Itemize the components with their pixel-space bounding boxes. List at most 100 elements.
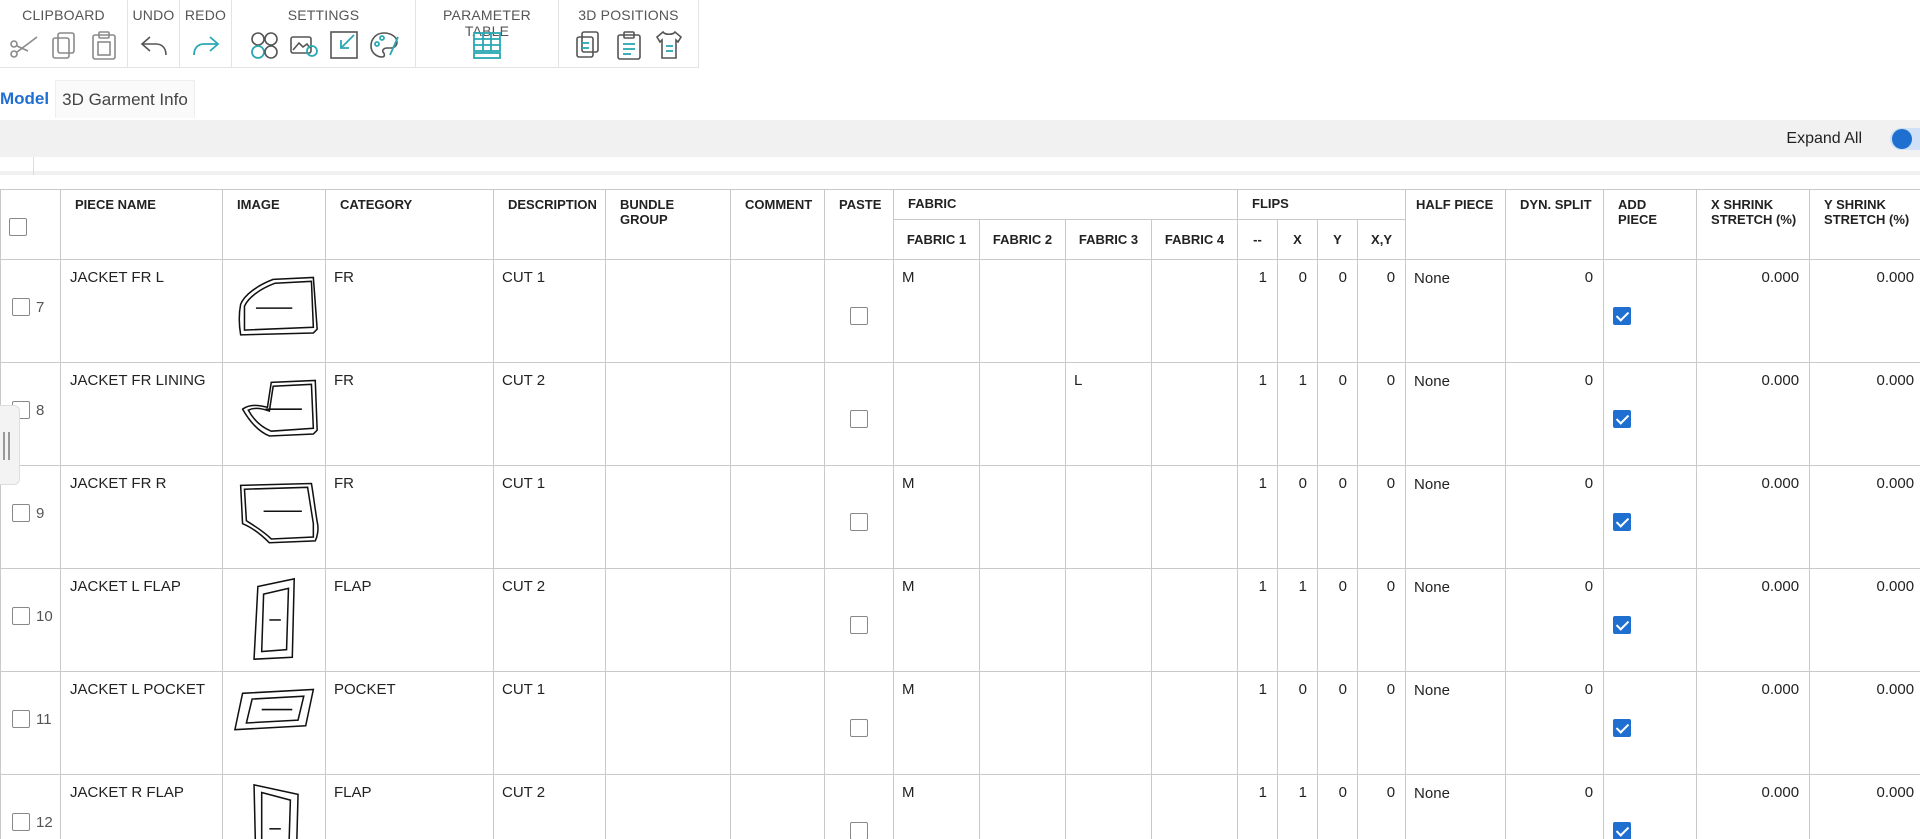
table-row[interactable]: 7 JACKET FR L FR CUT 1 M 1 0 0 0 None 0 … bbox=[0, 259, 1920, 363]
row-checkbox[interactable] bbox=[12, 607, 30, 625]
bundle-group-cell[interactable] bbox=[605, 259, 731, 363]
flip-none-cell[interactable]: 1 bbox=[1237, 362, 1279, 466]
bundle-group-cell[interactable] bbox=[605, 774, 731, 839]
flip-xy-cell[interactable]: 0 bbox=[1357, 671, 1407, 775]
x-shrink-stretch-cell[interactable]: 0.000 bbox=[1696, 259, 1811, 363]
undo-icon[interactable] bbox=[138, 29, 170, 61]
category-cell[interactable]: FR bbox=[325, 465, 494, 569]
piece-image-cell[interactable] bbox=[222, 362, 326, 466]
header-comment[interactable]: COMMENT bbox=[730, 189, 825, 260]
y-shrink-stretch-cell[interactable]: 0.000 bbox=[1809, 568, 1920, 672]
description-cell[interactable]: CUT 1 bbox=[493, 671, 606, 775]
fabric-1-cell[interactable] bbox=[893, 362, 980, 466]
category-cell[interactable]: FR bbox=[325, 362, 494, 466]
dyn-split-cell[interactable]: 0 bbox=[1505, 671, 1605, 775]
y-shrink-stretch-cell[interactable]: 0.000 bbox=[1809, 671, 1920, 775]
header-image[interactable]: IMAGE bbox=[222, 189, 326, 260]
bundle-group-cell[interactable] bbox=[605, 568, 731, 672]
category-cell[interactable]: FLAP bbox=[325, 774, 494, 839]
flip-x-cell[interactable]: 0 bbox=[1277, 465, 1319, 569]
fabric-1-cell[interactable]: M bbox=[893, 774, 980, 839]
comment-cell[interactable] bbox=[730, 774, 825, 839]
piece-name-cell[interactable]: JACKET L POCKET bbox=[60, 671, 223, 775]
paste-icon[interactable] bbox=[88, 29, 120, 61]
header-flip-x[interactable]: X bbox=[1277, 219, 1319, 260]
half-piece-cell[interactable]: None bbox=[1405, 671, 1507, 775]
description-cell[interactable]: CUT 2 bbox=[493, 362, 606, 466]
table-row[interactable]: 9 JACKET FR R FR CUT 1 M 1 0 0 0 None 0 … bbox=[0, 465, 1920, 569]
flip-x-cell[interactable]: 1 bbox=[1277, 568, 1319, 672]
copy-position-icon[interactable] bbox=[573, 29, 605, 61]
fabric-4-cell[interactable] bbox=[1150, 774, 1239, 839]
fabric-3-cell[interactable]: L bbox=[1065, 362, 1152, 466]
copy-icon[interactable] bbox=[48, 29, 80, 61]
fabric-2-cell[interactable] bbox=[979, 259, 1066, 363]
header-category[interactable]: CATEGORY bbox=[325, 189, 494, 260]
tab-3d-garment-info[interactable]: 3D Garment Info bbox=[55, 80, 195, 118]
bundle-group-cell[interactable] bbox=[605, 362, 731, 466]
header-half-piece[interactable]: HALF PIECE bbox=[1405, 189, 1507, 260]
category-cell[interactable]: POCKET bbox=[325, 671, 494, 775]
redo-icon[interactable] bbox=[190, 29, 222, 61]
x-shrink-stretch-cell[interactable]: 0.000 bbox=[1696, 465, 1811, 569]
category-cell[interactable]: FLAP bbox=[325, 568, 494, 672]
piece-image-cell[interactable] bbox=[222, 671, 326, 775]
half-piece-cell[interactable]: None bbox=[1405, 259, 1507, 363]
flip-y-cell[interactable]: 0 bbox=[1317, 259, 1359, 363]
fabric-4-cell[interactable] bbox=[1150, 671, 1239, 775]
paste-checkbox[interactable] bbox=[850, 616, 868, 634]
comment-cell[interactable] bbox=[730, 465, 825, 569]
flip-xy-cell[interactable]: 0 bbox=[1357, 362, 1407, 466]
table-ruler-icon[interactable] bbox=[471, 29, 503, 61]
x-shrink-stretch-cell[interactable]: 0.000 bbox=[1696, 362, 1811, 466]
flip-y-cell[interactable]: 0 bbox=[1317, 465, 1359, 569]
row-checkbox[interactable] bbox=[12, 710, 30, 728]
dyn-split-cell[interactable]: 0 bbox=[1505, 774, 1605, 839]
table-row[interactable]: 11 JACKET L POCKET POCKET CUT 1 M 1 0 0 … bbox=[0, 671, 1920, 775]
description-cell[interactable]: CUT 2 bbox=[493, 568, 606, 672]
dyn-split-cell[interactable]: 0 bbox=[1505, 259, 1605, 363]
x-shrink-stretch-cell[interactable]: 0.000 bbox=[1696, 671, 1811, 775]
scissors-icon[interactable] bbox=[8, 29, 40, 61]
fabric-1-cell[interactable]: M bbox=[893, 568, 980, 672]
piece-name-cell[interactable]: JACKET FR L bbox=[60, 259, 223, 363]
header-y-shrink-stretch[interactable]: Y SHRINK STRETCH (%) bbox=[1809, 189, 1920, 260]
fabric-2-cell[interactable] bbox=[979, 568, 1066, 672]
y-shrink-stretch-cell[interactable]: 0.000 bbox=[1809, 362, 1920, 466]
fabric-4-cell[interactable] bbox=[1150, 362, 1239, 466]
header-fabric-1[interactable]: FABRIC 1 bbox=[893, 219, 980, 260]
half-piece-cell[interactable]: None bbox=[1405, 465, 1507, 569]
shrink-icon[interactable] bbox=[328, 29, 360, 61]
fabric-2-cell[interactable] bbox=[979, 465, 1066, 569]
half-piece-cell[interactable]: None bbox=[1405, 362, 1507, 466]
bundle-group-cell[interactable] bbox=[605, 671, 731, 775]
bundle-group-cell[interactable] bbox=[605, 465, 731, 569]
fabric-3-cell[interactable] bbox=[1065, 774, 1152, 839]
flip-x-cell[interactable]: 0 bbox=[1277, 259, 1319, 363]
garment-position-icon[interactable] bbox=[653, 29, 685, 61]
flip-y-cell[interactable]: 0 bbox=[1317, 362, 1359, 466]
fabric-3-cell[interactable] bbox=[1065, 465, 1152, 569]
comment-cell[interactable] bbox=[730, 671, 825, 775]
y-shrink-stretch-cell[interactable]: 0.000 bbox=[1809, 774, 1920, 839]
flip-x-cell[interactable]: 1 bbox=[1277, 362, 1319, 466]
paste-checkbox[interactable] bbox=[850, 719, 868, 737]
piece-image-cell[interactable] bbox=[222, 568, 326, 672]
dyn-split-cell[interactable]: 0 bbox=[1505, 465, 1605, 569]
paste-checkbox[interactable] bbox=[850, 822, 868, 839]
flip-none-cell[interactable]: 1 bbox=[1237, 671, 1279, 775]
header-add-piece[interactable]: ADD PIECE bbox=[1603, 189, 1698, 260]
fabric-2-cell[interactable] bbox=[979, 671, 1066, 775]
header-fabric-3[interactable]: FABRIC 3 bbox=[1065, 219, 1152, 260]
header-dyn-split[interactable]: DYN. SPLIT bbox=[1505, 189, 1605, 260]
half-piece-cell[interactable]: None bbox=[1405, 774, 1507, 839]
add-piece-checkbox[interactable] bbox=[1613, 513, 1632, 531]
row-checkbox[interactable] bbox=[12, 298, 30, 316]
flip-none-cell[interactable]: 1 bbox=[1237, 568, 1279, 672]
piece-image-cell[interactable] bbox=[222, 465, 326, 569]
flip-none-cell[interactable]: 1 bbox=[1237, 465, 1279, 569]
fabric-2-cell[interactable] bbox=[979, 774, 1066, 839]
piece-name-cell[interactable]: JACKET FR LINING bbox=[60, 362, 223, 466]
flip-x-cell[interactable]: 0 bbox=[1277, 671, 1319, 775]
add-piece-checkbox[interactable] bbox=[1613, 410, 1632, 428]
